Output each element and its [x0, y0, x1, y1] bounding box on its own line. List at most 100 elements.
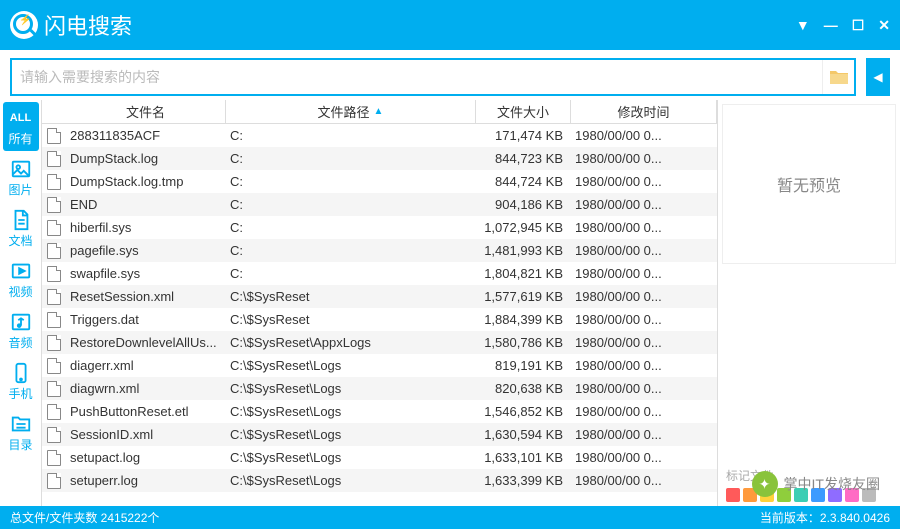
- file-icon: [47, 404, 61, 420]
- cell-path: C:\$SysReset\Logs: [226, 404, 476, 419]
- cell-path: C:: [226, 151, 476, 166]
- cell-name: setupact.log: [66, 450, 226, 465]
- file-icon: [47, 266, 61, 282]
- col-name-header[interactable]: 文件名: [66, 100, 226, 123]
- cell-name: END: [66, 197, 226, 212]
- cell-name: setuperr.log: [66, 473, 226, 488]
- cell-size: 904,186 KB: [476, 197, 571, 212]
- sidebar: ALL 所有 图片 文档 视频 音频 手机 目录: [0, 100, 42, 506]
- file-icon: [47, 335, 61, 351]
- table-row[interactable]: pagefile.sys C: 1,481,993 KB 1980/00/00 …: [42, 239, 717, 262]
- minimize-button[interactable]: —: [824, 17, 838, 34]
- cell-size: 1,580,786 KB: [476, 335, 571, 350]
- close-button[interactable]: ✕: [878, 17, 890, 34]
- watermark: ✦ 掌中IT发烧友圈: [752, 471, 880, 497]
- file-icon: [47, 220, 61, 236]
- table-row[interactable]: setupact.log C:\$SysReset\Logs 1,633,101…: [42, 446, 717, 469]
- cell-date: 1980/00/00 0...: [571, 174, 717, 189]
- title-bar: ⚡ 闪电搜索 ▼ — ☐ ✕: [0, 0, 900, 50]
- sidebar-item-phone[interactable]: 手机: [3, 357, 39, 406]
- cell-date: 1980/00/00 0...: [571, 381, 717, 396]
- phone-icon: [7, 361, 35, 385]
- preview-pane: 暂无预览 标记文件: [718, 100, 900, 506]
- table-row[interactable]: ResetSession.xml C:\$SysReset 1,577,619 …: [42, 285, 717, 308]
- file-icon: [47, 174, 61, 190]
- sidebar-item-audio[interactable]: 音频: [3, 306, 39, 355]
- file-list: 文件名 文件路径▲ 文件大小 修改时间 288311835ACF C: 171,…: [42, 100, 718, 506]
- cell-path: C:\$SysReset\Logs: [226, 450, 476, 465]
- app-logo: ⚡ 闪电搜索: [10, 9, 132, 41]
- cell-size: 844,724 KB: [476, 174, 571, 189]
- table-row[interactable]: SessionID.xml C:\$SysReset\Logs 1,630,59…: [42, 423, 717, 446]
- table-row[interactable]: PushButtonReset.etl C:\$SysReset\Logs 1,…: [42, 400, 717, 423]
- logo-icon: ⚡: [10, 11, 38, 39]
- cell-size: 1,884,399 KB: [476, 312, 571, 327]
- table-row[interactable]: setuperr.log C:\$SysReset\Logs 1,633,399…: [42, 469, 717, 492]
- cell-path: C:: [226, 128, 476, 143]
- cell-name: hiberfil.sys: [66, 220, 226, 235]
- sidebar-item-label: 目录: [8, 436, 32, 453]
- file-icon: [47, 151, 61, 167]
- cell-name: PushButtonReset.etl: [66, 404, 226, 419]
- file-icon: [47, 358, 61, 374]
- cell-date: 1980/00/00 0...: [571, 128, 717, 143]
- cell-size: 1,072,945 KB: [476, 220, 571, 235]
- table-row[interactable]: hiberfil.sys C: 1,072,945 KB 1980/00/00 …: [42, 216, 717, 239]
- tag-color-swatch[interactable]: [726, 488, 740, 502]
- cell-date: 1980/00/00 0...: [571, 151, 717, 166]
- table-row[interactable]: DumpStack.log C: 844,723 KB 1980/00/00 0…: [42, 147, 717, 170]
- cell-date: 1980/00/00 0...: [571, 473, 717, 488]
- cell-size: 844,723 KB: [476, 151, 571, 166]
- all-icon: ALL: [7, 106, 35, 130]
- sidebar-item-label: 手机: [8, 385, 32, 402]
- sidebar-item-video[interactable]: 视频: [3, 255, 39, 304]
- window-controls: ▼ — ☐ ✕: [796, 17, 890, 34]
- col-size-header[interactable]: 文件大小: [476, 100, 571, 123]
- table-row[interactable]: 288311835ACF C: 171,474 KB 1980/00/00 0.…: [42, 124, 717, 147]
- table-row[interactable]: END C: 904,186 KB 1980/00/00 0...: [42, 193, 717, 216]
- table-row[interactable]: diagwrn.xml C:\$SysReset\Logs 820,638 KB…: [42, 377, 717, 400]
- sidebar-item-label: 视频: [8, 283, 32, 300]
- cell-path: C:\$SysReset: [226, 289, 476, 304]
- file-icon: [47, 289, 61, 305]
- cell-path: C:: [226, 174, 476, 189]
- sidebar-item-images[interactable]: 图片: [3, 153, 39, 202]
- sidebar-item-folder[interactable]: 目录: [3, 408, 39, 457]
- cell-size: 1,481,993 KB: [476, 243, 571, 258]
- folder-button[interactable]: [822, 60, 854, 94]
- sidebar-item-label: 文档: [8, 232, 32, 249]
- sidebar-item-label: 音频: [8, 334, 32, 351]
- cell-path: C:\$SysReset\Logs: [226, 427, 476, 442]
- cell-date: 1980/00/00 0...: [571, 266, 717, 281]
- col-date-header[interactable]: 修改时间: [571, 100, 717, 123]
- cell-size: 820,638 KB: [476, 381, 571, 396]
- col-path-header[interactable]: 文件路径▲: [226, 100, 476, 123]
- cell-date: 1980/00/00 0...: [571, 335, 717, 350]
- maximize-button[interactable]: ☐: [852, 17, 865, 34]
- document-icon: [7, 208, 35, 232]
- sidebar-item-all[interactable]: ALL 所有: [3, 102, 39, 151]
- column-headers: 文件名 文件路径▲ 文件大小 修改时间: [42, 100, 717, 124]
- file-icon: [47, 473, 61, 489]
- file-icon: [47, 312, 61, 328]
- table-row[interactable]: Triggers.dat C:\$SysReset 1,884,399 KB 1…: [42, 308, 717, 331]
- status-version: 当前版本：2.3.840.0426: [760, 509, 890, 526]
- cell-path: C:: [226, 197, 476, 212]
- sidebar-item-documents[interactable]: 文档: [3, 204, 39, 253]
- table-row[interactable]: swapfile.sys C: 1,804,821 KB 1980/00/00 …: [42, 262, 717, 285]
- cell-path: C:\$SysReset\AppxLogs: [226, 335, 476, 350]
- cell-path: C:\$SysReset: [226, 312, 476, 327]
- menu-button[interactable]: ▼: [796, 17, 810, 34]
- table-row[interactable]: RestoreDownlevelAllUs... C:\$SysReset\Ap…: [42, 331, 717, 354]
- cell-date: 1980/00/00 0...: [571, 404, 717, 419]
- table-row[interactable]: diagerr.xml C:\$SysReset\Logs 819,191 KB…: [42, 354, 717, 377]
- cell-path: C:: [226, 266, 476, 281]
- search-input[interactable]: [12, 60, 822, 94]
- cell-name: pagefile.sys: [66, 243, 226, 258]
- cell-date: 1980/00/00 0...: [571, 197, 717, 212]
- cell-size: 1,546,852 KB: [476, 404, 571, 419]
- cell-path: C:\$SysReset\Logs: [226, 358, 476, 373]
- table-row[interactable]: DumpStack.log.tmp C: 844,724 KB 1980/00/…: [42, 170, 717, 193]
- cell-path: C:\$SysReset\Logs: [226, 473, 476, 488]
- collapse-preview-button[interactable]: ◀: [866, 58, 890, 96]
